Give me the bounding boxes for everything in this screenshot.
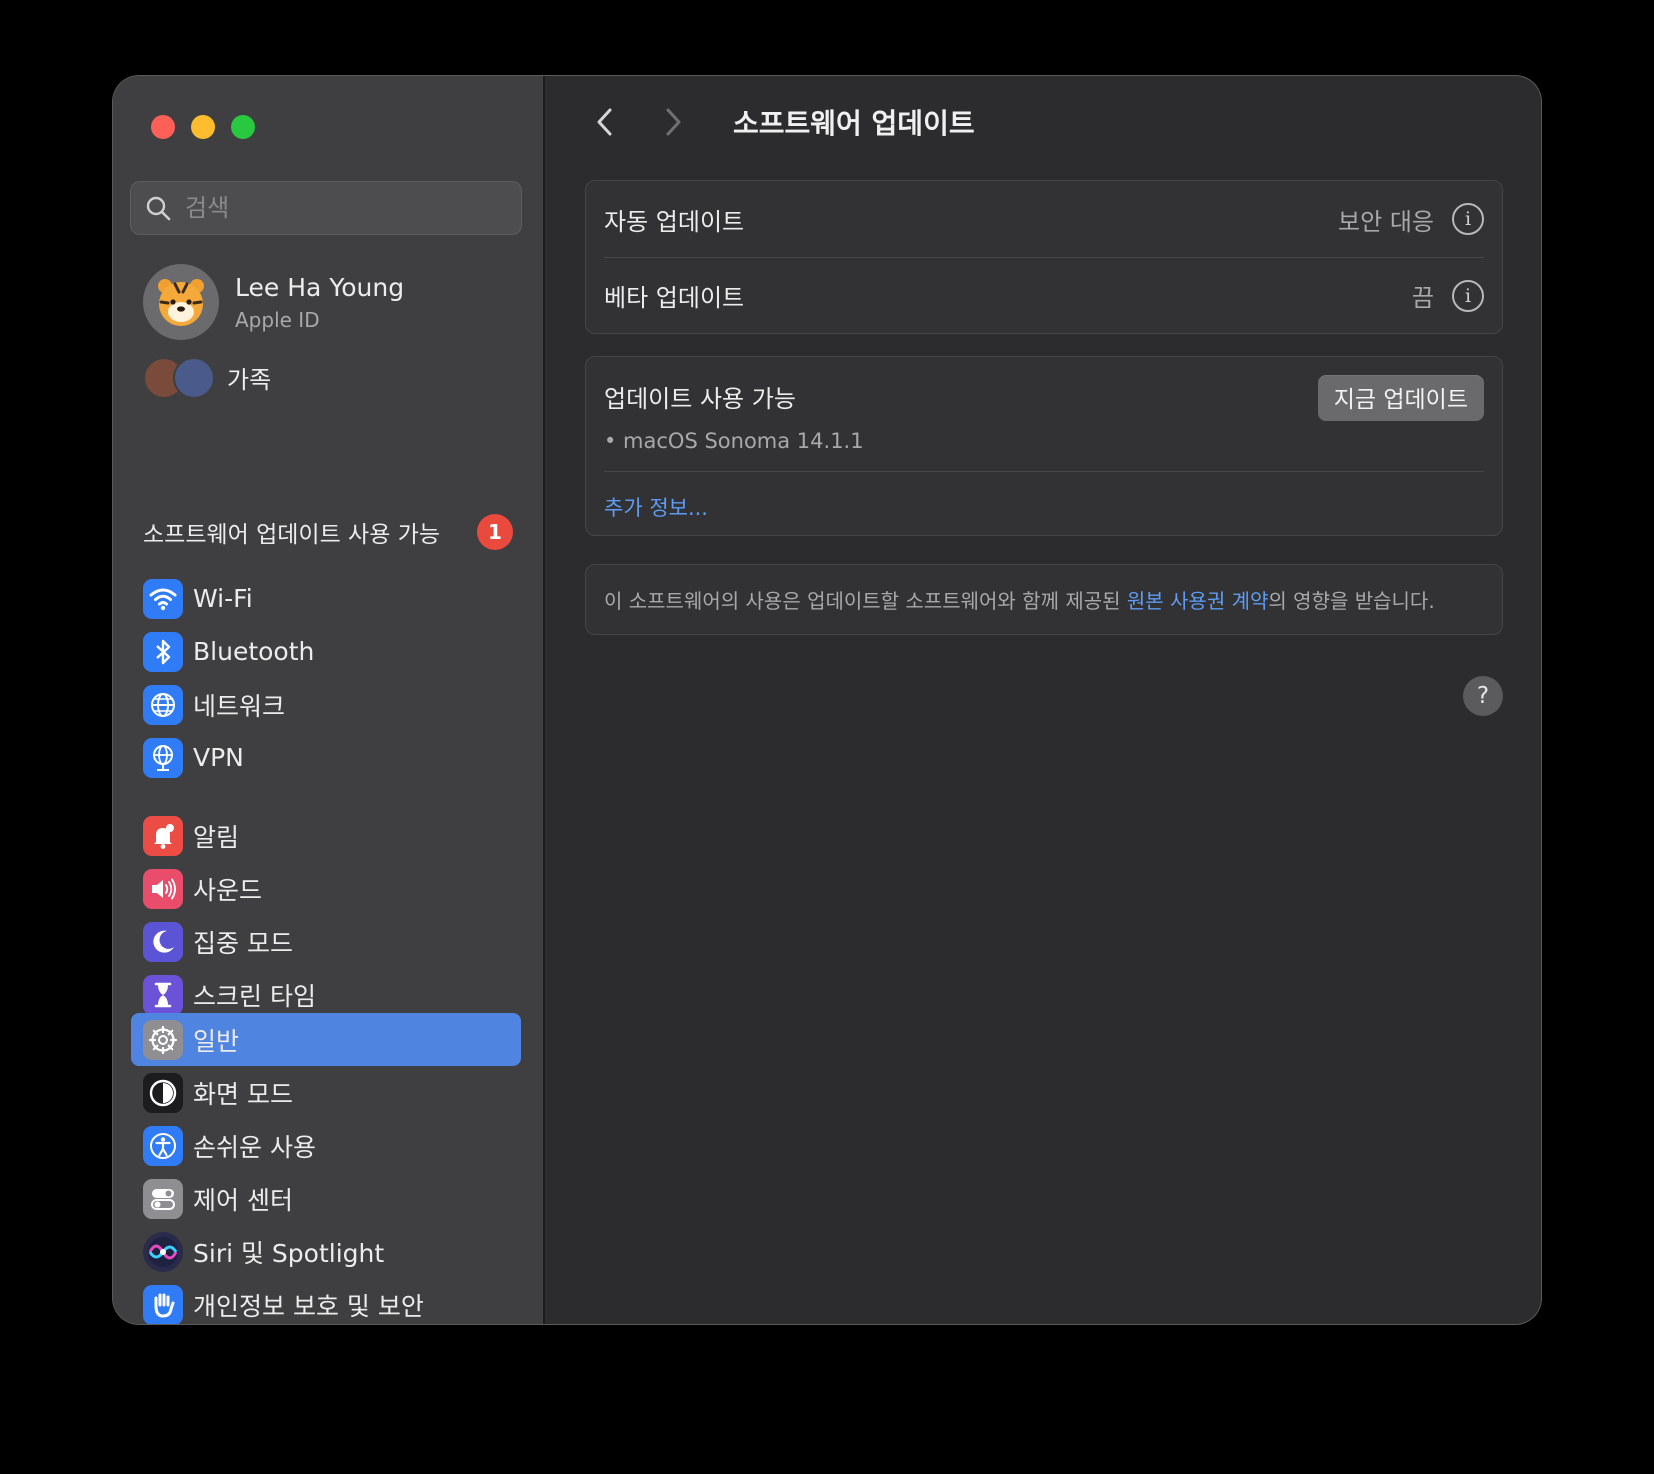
family-avatars	[143, 357, 215, 399]
search-icon	[146, 196, 171, 221]
avatar	[143, 264, 219, 340]
bluetooth-icon	[156, 639, 171, 664]
license-agreement-link[interactable]: 원본 사용권 계약	[1127, 589, 1269, 613]
sidebar-item-notifications[interactable]: 알림	[131, 809, 521, 862]
toggles-icon	[151, 1188, 175, 1210]
info-icon: i	[1464, 208, 1472, 230]
sidebar-item-label: VPN	[193, 743, 244, 772]
hand-icon	[154, 1293, 175, 1318]
sidebar-item-network[interactable]: 네트워크	[131, 678, 521, 731]
search-field[interactable]	[130, 181, 522, 235]
account-name: Lee Ha Young	[235, 272, 405, 302]
sidebar-item-general[interactable]: 일반	[131, 1013, 521, 1066]
sidebar-item-label: 사운드	[193, 875, 263, 905]
speaker-icon	[152, 878, 176, 899]
account-subtitle: Apple ID	[235, 307, 320, 332]
globe-icon	[151, 692, 175, 717]
sidebar-item-label: Siri 및 Spotlight	[193, 1238, 385, 1268]
gear-icon	[148, 1025, 178, 1054]
family-item[interactable]: 가족	[143, 357, 272, 399]
help-button[interactable]: ?	[1463, 676, 1503, 716]
chevron-right-icon	[666, 108, 681, 136]
back-button[interactable]	[585, 102, 625, 142]
sidebar-item-label: 집중 모드	[193, 928, 293, 958]
nav-group-general: 일반 화면 모드 손쉬운 사용 제어 센터 Siri 및 Spotlight 개…	[131, 1013, 521, 1324]
update-settings-card: 자동 업데이트 보안 대응 i 베타 업데이트 끔 i	[585, 180, 1503, 334]
sidebar-item-accessibility[interactable]: 손쉬운 사용	[131, 1119, 521, 1172]
update-now-button[interactable]: 지금 업데이트	[1317, 375, 1484, 421]
sidebar-item-label: 일반	[193, 1026, 240, 1056]
zoom-button[interactable]	[231, 115, 255, 139]
license-text: 이 소프트웨어의 사용은 업데이트할 소프트웨어와 함께 제공된 원본 사용권 …	[586, 565, 1502, 634]
page-title: 소프트웨어 업데이트	[733, 107, 975, 140]
update-count-badge: 1	[477, 514, 513, 550]
sidebar-item-bluetooth[interactable]: Bluetooth	[131, 625, 521, 678]
tiger-avatar-icon	[158, 279, 204, 326]
nav-group-notifications: 알림 사운드 집중 모드 스크린 타임	[131, 809, 521, 1021]
search-input[interactable]	[183, 193, 507, 223]
sidebar-item-sound[interactable]: 사운드	[131, 862, 521, 915]
close-button[interactable]	[151, 115, 175, 139]
siri-icon	[148, 1236, 178, 1267]
sidebar-item-siri-spotlight[interactable]: Siri 및 Spotlight	[131, 1225, 521, 1278]
sidebar-item-label: Wi-Fi	[193, 584, 253, 613]
sidebar-item-focus[interactable]: 집중 모드	[131, 915, 521, 968]
bell-icon	[154, 823, 174, 849]
beta-update-info-button[interactable]: i	[1452, 279, 1484, 312]
sidebar-item-label: 스크린 타임	[193, 981, 316, 1011]
family-label: 가족	[227, 365, 272, 394]
vpn-globe-icon	[153, 744, 173, 771]
sidebar-item-label: 개인정보 보호 및 보안	[193, 1291, 424, 1321]
sidebar-item-privacy-security[interactable]: 개인정보 보호 및 보안	[131, 1278, 521, 1324]
sidebar-item-label: 화면 모드	[193, 1079, 293, 1109]
sidebar-item-appearance[interactable]: 화면 모드	[131, 1066, 521, 1119]
sidebar-item-label: 알림	[193, 822, 240, 852]
sidebar-item-label: Bluetooth	[193, 637, 315, 666]
forward-button[interactable]	[653, 102, 693, 142]
family-avatar	[173, 357, 215, 399]
sidebar-item-vpn[interactable]: VPN	[131, 731, 521, 784]
sidebar: Lee Ha Young Apple ID 가족 소프트웨어 업데이트 사용 가…	[113, 76, 545, 1324]
sidebar-item-wifi[interactable]: Wi-Fi	[131, 572, 521, 625]
info-icon: i	[1464, 284, 1472, 307]
software-update-label: 소프트웨어 업데이트 사용 가능	[143, 522, 441, 548]
wifi-icon	[149, 588, 177, 610]
beta-update-row: 베타 업데이트 끔 i	[604, 257, 1484, 333]
license-card: 이 소프트웨어의 사용은 업데이트할 소프트웨어와 함께 제공된 원본 사용권 …	[585, 564, 1503, 635]
sidebar-item-label: 손쉬운 사용	[193, 1132, 316, 1162]
update-version: • macOS Sonoma 14.1.1	[604, 429, 864, 453]
auto-update-row: 자동 업데이트 보안 대응 i	[586, 181, 1502, 257]
license-text-before: 이 소프트웨어의 사용은 업데이트할 소프트웨어와 함께 제공된	[604, 589, 1127, 613]
update-available-title: 업데이트 사용 가능	[604, 385, 796, 413]
beta-update-label: 베타 업데이트	[604, 284, 745, 312]
auto-update-value: 보안 대응	[1338, 207, 1434, 236]
sidebar-item-control-center[interactable]: 제어 센터	[131, 1172, 521, 1225]
apple-id-account[interactable]: Lee Ha Young Apple ID	[143, 264, 404, 340]
software-update-available-item[interactable]: 소프트웨어 업데이트 사용 가능 1	[143, 514, 513, 550]
beta-update-value: 끔	[1411, 284, 1434, 312]
accessibility-icon	[150, 1132, 176, 1159]
sidebar-item-label: 제어 센터	[193, 1185, 293, 1215]
license-text-after: 의 영향을 받습니다.	[1268, 589, 1435, 613]
toolbar: 소프트웨어 업데이트	[585, 102, 975, 142]
settings-window: Lee Ha Young Apple ID 가족 소프트웨어 업데이트 사용 가…	[113, 76, 1541, 1324]
main-pane: 소프트웨어 업데이트 자동 업데이트 보안 대응 i 베타 업데이트 끔 i 업…	[545, 76, 1541, 1324]
nav-group-network: Wi-Fi Bluetooth 네트워크 VPN	[131, 572, 521, 784]
minimize-button[interactable]	[191, 115, 215, 139]
window-controls	[151, 115, 255, 139]
chevron-left-icon	[597, 108, 612, 136]
update-available-card: 업데이트 사용 가능 지금 업데이트 • macOS Sonoma 14.1.1…	[585, 356, 1503, 536]
appearance-icon	[149, 1079, 177, 1106]
hourglass-icon	[154, 982, 172, 1007]
more-info-link[interactable]: 추가 정보...	[586, 472, 1502, 522]
sidebar-item-label: 네트워크	[193, 691, 286, 721]
auto-update-info-button[interactable]: i	[1452, 203, 1484, 235]
moon-icon	[153, 930, 174, 953]
auto-update-label: 자동 업데이트	[604, 207, 745, 236]
